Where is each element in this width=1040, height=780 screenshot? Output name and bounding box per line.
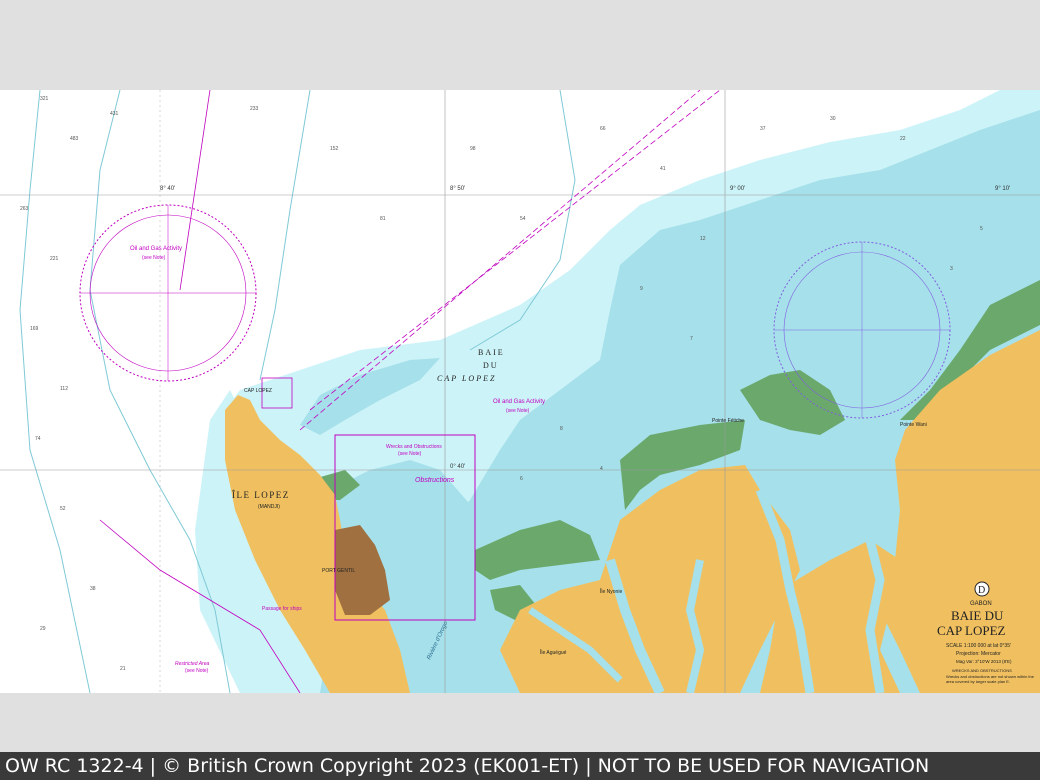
wrecks-note: Wrecks and obstructions are not shown wi… — [946, 674, 1034, 684]
chart-letter: D — [978, 585, 985, 596]
svg-text:483: 483 — [70, 136, 79, 142]
restricted-label: Restricted Area — [175, 661, 209, 667]
oil-gas-note: (see Note) — [506, 408, 530, 414]
island-name-label: ÎLE LOPEZ — [232, 490, 290, 500]
svg-text:221: 221 — [50, 256, 59, 262]
svg-text:98: 98 — [470, 146, 476, 152]
svg-text:30: 30 — [830, 116, 836, 122]
svg-text:6: 6 — [520, 476, 523, 482]
svg-text:21: 21 — [120, 666, 126, 672]
svg-text:12: 12 — [700, 236, 706, 242]
island-subname-label: (MANDJI) — [258, 504, 280, 510]
svg-text:52: 52 — [60, 506, 66, 512]
chart-mag-var: Mag Var: 3°10'W 2013 (8'E) — [956, 659, 1012, 664]
passage-label: Passage for ships — [262, 606, 302, 612]
longitude-label: 8° 40' — [160, 186, 175, 192]
latitude-label: 0° 40' — [450, 464, 465, 470]
svg-text:9: 9 — [640, 286, 643, 292]
svg-text:5: 5 — [980, 226, 983, 232]
restricted-note: (see Note) — [185, 668, 209, 674]
pointe-label: Pointe Fétiche — [712, 418, 744, 424]
svg-text:22: 22 — [900, 136, 906, 142]
longitude-label: 9° 10' — [995, 186, 1010, 192]
svg-text:3: 3 — [950, 266, 953, 272]
longitude-label: 8° 50' — [450, 186, 465, 192]
obstructions-label: Obstructions — [415, 477, 455, 484]
svg-text:169: 169 — [30, 326, 39, 332]
svg-text:152: 152 — [330, 146, 339, 152]
cap-lopez-label: CAP LOPEZ — [244, 388, 272, 394]
port-gentil-label: PORT GENTIL — [322, 568, 355, 574]
bay-name-label: DU — [483, 361, 499, 370]
pointe-label: Pointe Wani — [900, 422, 927, 428]
svg-text:66: 66 — [600, 126, 606, 132]
svg-text:41: 41 — [660, 166, 666, 172]
wrecks-note: (see Note) — [398, 451, 422, 457]
svg-text:74: 74 — [35, 436, 41, 442]
chart-projection: Projection: Mercator — [956, 651, 1001, 657]
svg-text:7: 7 — [690, 336, 693, 342]
country-label: GABON — [970, 601, 992, 607]
svg-text:263: 263 — [20, 206, 29, 212]
oil-gas-label: Oil and Gas Activity — [130, 246, 182, 252]
svg-text:81: 81 — [380, 216, 386, 222]
chart-title-line1: BAIE DU — [951, 608, 1004, 623]
svg-text:431: 431 — [110, 111, 119, 117]
svg-text:4: 4 — [600, 466, 603, 472]
longitude-label: 9° 00' — [730, 186, 745, 192]
island-label: Île Nyonie — [599, 588, 622, 595]
svg-text:8: 8 — [560, 426, 563, 432]
oil-gas-label: Oil and Gas Activity — [493, 399, 545, 405]
oil-gas-note: (see Note) — [142, 255, 166, 261]
bay-name-label: BAIE — [478, 348, 505, 357]
svg-text:233: 233 — [250, 106, 259, 112]
svg-text:54: 54 — [520, 216, 526, 222]
svg-text:112: 112 — [60, 386, 68, 392]
svg-text:38: 38 — [90, 586, 96, 592]
chart-scale: SCALE 1:100 000 at lat 0°35' — [946, 643, 1011, 649]
svg-text:321: 321 — [40, 96, 49, 102]
nautical-chart[interactable]: 321 431 483 263 221 169 112 74 52 38 29 21 233 15… — [0, 90, 1040, 693]
svg-text:37: 37 — [760, 126, 766, 132]
wrecks-heading: WRECKS AND OBSTRUCTIONS — [952, 668, 1012, 673]
island-label: Île Aguégué — [539, 649, 567, 656]
chart-title-line2: CAP LOPEZ — [937, 623, 1006, 638]
wrecks-label: Wrecks and Obstructions — [386, 444, 442, 450]
bay-name-label: CAP LOPEZ — [437, 374, 496, 383]
copyright-footer: OW RC 1322-4 | © British Crown Copyright… — [0, 752, 1040, 780]
svg-text:29: 29 — [40, 626, 46, 632]
